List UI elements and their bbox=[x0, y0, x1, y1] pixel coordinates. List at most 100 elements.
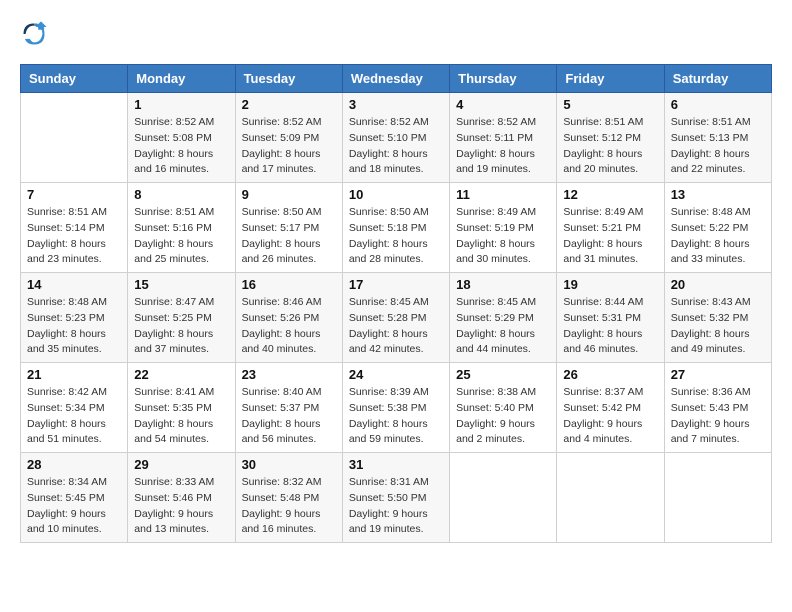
calendar-cell: 31 Sunrise: 8:31 AMSunset: 5:50 PMDaylig… bbox=[342, 453, 449, 543]
day-number: 16 bbox=[242, 277, 336, 292]
day-number: 30 bbox=[242, 457, 336, 472]
calendar-week-2: 7 Sunrise: 8:51 AMSunset: 5:14 PMDayligh… bbox=[21, 183, 772, 273]
calendar-cell: 14 Sunrise: 8:48 AMSunset: 5:23 PMDaylig… bbox=[21, 273, 128, 363]
calendar-cell: 3 Sunrise: 8:52 AMSunset: 5:10 PMDayligh… bbox=[342, 93, 449, 183]
day-info: Sunrise: 8:52 AMSunset: 5:08 PMDaylight:… bbox=[134, 115, 228, 178]
weekday-header-sunday: Sunday bbox=[21, 65, 128, 93]
day-info: Sunrise: 8:34 AMSunset: 5:45 PMDaylight:… bbox=[27, 475, 121, 538]
weekday-header-friday: Friday bbox=[557, 65, 664, 93]
day-info: Sunrise: 8:38 AMSunset: 5:40 PMDaylight:… bbox=[456, 385, 550, 448]
calendar-cell: 25 Sunrise: 8:38 AMSunset: 5:40 PMDaylig… bbox=[450, 363, 557, 453]
day-info: Sunrise: 8:33 AMSunset: 5:46 PMDaylight:… bbox=[134, 475, 228, 538]
day-info: Sunrise: 8:51 AMSunset: 5:12 PMDaylight:… bbox=[563, 115, 657, 178]
day-number: 24 bbox=[349, 367, 443, 382]
calendar-cell: 2 Sunrise: 8:52 AMSunset: 5:09 PMDayligh… bbox=[235, 93, 342, 183]
day-number: 21 bbox=[27, 367, 121, 382]
day-number: 3 bbox=[349, 97, 443, 112]
day-info: Sunrise: 8:49 AMSunset: 5:19 PMDaylight:… bbox=[456, 205, 550, 268]
calendar-cell: 20 Sunrise: 8:43 AMSunset: 5:32 PMDaylig… bbox=[664, 273, 771, 363]
calendar-cell: 15 Sunrise: 8:47 AMSunset: 5:25 PMDaylig… bbox=[128, 273, 235, 363]
calendar-cell: 26 Sunrise: 8:37 AMSunset: 5:42 PMDaylig… bbox=[557, 363, 664, 453]
calendar-cell: 27 Sunrise: 8:36 AMSunset: 5:43 PMDaylig… bbox=[664, 363, 771, 453]
day-info: Sunrise: 8:51 AMSunset: 5:13 PMDaylight:… bbox=[671, 115, 765, 178]
calendar-cell bbox=[21, 93, 128, 183]
day-number: 20 bbox=[671, 277, 765, 292]
calendar-cell: 12 Sunrise: 8:49 AMSunset: 5:21 PMDaylig… bbox=[557, 183, 664, 273]
day-number: 29 bbox=[134, 457, 228, 472]
calendar-cell: 19 Sunrise: 8:44 AMSunset: 5:31 PMDaylig… bbox=[557, 273, 664, 363]
calendar-cell bbox=[557, 453, 664, 543]
day-info: Sunrise: 8:40 AMSunset: 5:37 PMDaylight:… bbox=[242, 385, 336, 448]
calendar-cell: 13 Sunrise: 8:48 AMSunset: 5:22 PMDaylig… bbox=[664, 183, 771, 273]
day-info: Sunrise: 8:45 AMSunset: 5:29 PMDaylight:… bbox=[456, 295, 550, 358]
calendar-cell: 6 Sunrise: 8:51 AMSunset: 5:13 PMDayligh… bbox=[664, 93, 771, 183]
weekday-header-wednesday: Wednesday bbox=[342, 65, 449, 93]
day-number: 28 bbox=[27, 457, 121, 472]
calendar-cell: 21 Sunrise: 8:42 AMSunset: 5:34 PMDaylig… bbox=[21, 363, 128, 453]
calendar-cell: 24 Sunrise: 8:39 AMSunset: 5:38 PMDaylig… bbox=[342, 363, 449, 453]
day-number: 17 bbox=[349, 277, 443, 292]
calendar-cell: 5 Sunrise: 8:51 AMSunset: 5:12 PMDayligh… bbox=[557, 93, 664, 183]
logo-icon bbox=[20, 20, 48, 48]
day-number: 9 bbox=[242, 187, 336, 202]
day-number: 18 bbox=[456, 277, 550, 292]
weekday-header-tuesday: Tuesday bbox=[235, 65, 342, 93]
day-number: 14 bbox=[27, 277, 121, 292]
day-info: Sunrise: 8:42 AMSunset: 5:34 PMDaylight:… bbox=[27, 385, 121, 448]
day-info: Sunrise: 8:48 AMSunset: 5:23 PMDaylight:… bbox=[27, 295, 121, 358]
day-number: 25 bbox=[456, 367, 550, 382]
calendar-cell: 10 Sunrise: 8:50 AMSunset: 5:18 PMDaylig… bbox=[342, 183, 449, 273]
day-number: 10 bbox=[349, 187, 443, 202]
day-info: Sunrise: 8:50 AMSunset: 5:17 PMDaylight:… bbox=[242, 205, 336, 268]
day-number: 27 bbox=[671, 367, 765, 382]
day-number: 12 bbox=[563, 187, 657, 202]
calendar-cell: 22 Sunrise: 8:41 AMSunset: 5:35 PMDaylig… bbox=[128, 363, 235, 453]
day-number: 7 bbox=[27, 187, 121, 202]
day-info: Sunrise: 8:47 AMSunset: 5:25 PMDaylight:… bbox=[134, 295, 228, 358]
day-info: Sunrise: 8:46 AMSunset: 5:26 PMDaylight:… bbox=[242, 295, 336, 358]
day-number: 22 bbox=[134, 367, 228, 382]
calendar-cell: 29 Sunrise: 8:33 AMSunset: 5:46 PMDaylig… bbox=[128, 453, 235, 543]
calendar-cell: 11 Sunrise: 8:49 AMSunset: 5:19 PMDaylig… bbox=[450, 183, 557, 273]
day-number: 2 bbox=[242, 97, 336, 112]
day-info: Sunrise: 8:31 AMSunset: 5:50 PMDaylight:… bbox=[349, 475, 443, 538]
calendar-cell: 16 Sunrise: 8:46 AMSunset: 5:26 PMDaylig… bbox=[235, 273, 342, 363]
day-info: Sunrise: 8:32 AMSunset: 5:48 PMDaylight:… bbox=[242, 475, 336, 538]
calendar-cell bbox=[664, 453, 771, 543]
calendar-week-3: 14 Sunrise: 8:48 AMSunset: 5:23 PMDaylig… bbox=[21, 273, 772, 363]
weekday-header-monday: Monday bbox=[128, 65, 235, 93]
calendar-cell bbox=[450, 453, 557, 543]
day-info: Sunrise: 8:36 AMSunset: 5:43 PMDaylight:… bbox=[671, 385, 765, 448]
calendar-cell: 30 Sunrise: 8:32 AMSunset: 5:48 PMDaylig… bbox=[235, 453, 342, 543]
calendar-cell: 1 Sunrise: 8:52 AMSunset: 5:08 PMDayligh… bbox=[128, 93, 235, 183]
day-number: 8 bbox=[134, 187, 228, 202]
logo bbox=[20, 20, 52, 48]
day-info: Sunrise: 8:52 AMSunset: 5:09 PMDaylight:… bbox=[242, 115, 336, 178]
weekday-header-row: SundayMondayTuesdayWednesdayThursdayFrid… bbox=[21, 65, 772, 93]
day-number: 13 bbox=[671, 187, 765, 202]
day-info: Sunrise: 8:51 AMSunset: 5:14 PMDaylight:… bbox=[27, 205, 121, 268]
calendar-week-4: 21 Sunrise: 8:42 AMSunset: 5:34 PMDaylig… bbox=[21, 363, 772, 453]
weekday-header-saturday: Saturday bbox=[664, 65, 771, 93]
calendar-week-5: 28 Sunrise: 8:34 AMSunset: 5:45 PMDaylig… bbox=[21, 453, 772, 543]
day-number: 5 bbox=[563, 97, 657, 112]
day-number: 1 bbox=[134, 97, 228, 112]
day-info: Sunrise: 8:45 AMSunset: 5:28 PMDaylight:… bbox=[349, 295, 443, 358]
weekday-header-thursday: Thursday bbox=[450, 65, 557, 93]
calendar-cell: 23 Sunrise: 8:40 AMSunset: 5:37 PMDaylig… bbox=[235, 363, 342, 453]
day-info: Sunrise: 8:49 AMSunset: 5:21 PMDaylight:… bbox=[563, 205, 657, 268]
calendar-cell: 17 Sunrise: 8:45 AMSunset: 5:28 PMDaylig… bbox=[342, 273, 449, 363]
day-info: Sunrise: 8:44 AMSunset: 5:31 PMDaylight:… bbox=[563, 295, 657, 358]
day-number: 11 bbox=[456, 187, 550, 202]
day-info: Sunrise: 8:41 AMSunset: 5:35 PMDaylight:… bbox=[134, 385, 228, 448]
calendar-cell: 8 Sunrise: 8:51 AMSunset: 5:16 PMDayligh… bbox=[128, 183, 235, 273]
calendar-week-1: 1 Sunrise: 8:52 AMSunset: 5:08 PMDayligh… bbox=[21, 93, 772, 183]
day-info: Sunrise: 8:52 AMSunset: 5:10 PMDaylight:… bbox=[349, 115, 443, 178]
day-info: Sunrise: 8:37 AMSunset: 5:42 PMDaylight:… bbox=[563, 385, 657, 448]
day-number: 23 bbox=[242, 367, 336, 382]
day-number: 4 bbox=[456, 97, 550, 112]
day-info: Sunrise: 8:39 AMSunset: 5:38 PMDaylight:… bbox=[349, 385, 443, 448]
day-info: Sunrise: 8:50 AMSunset: 5:18 PMDaylight:… bbox=[349, 205, 443, 268]
calendar-cell: 9 Sunrise: 8:50 AMSunset: 5:17 PMDayligh… bbox=[235, 183, 342, 273]
calendar-cell: 18 Sunrise: 8:45 AMSunset: 5:29 PMDaylig… bbox=[450, 273, 557, 363]
